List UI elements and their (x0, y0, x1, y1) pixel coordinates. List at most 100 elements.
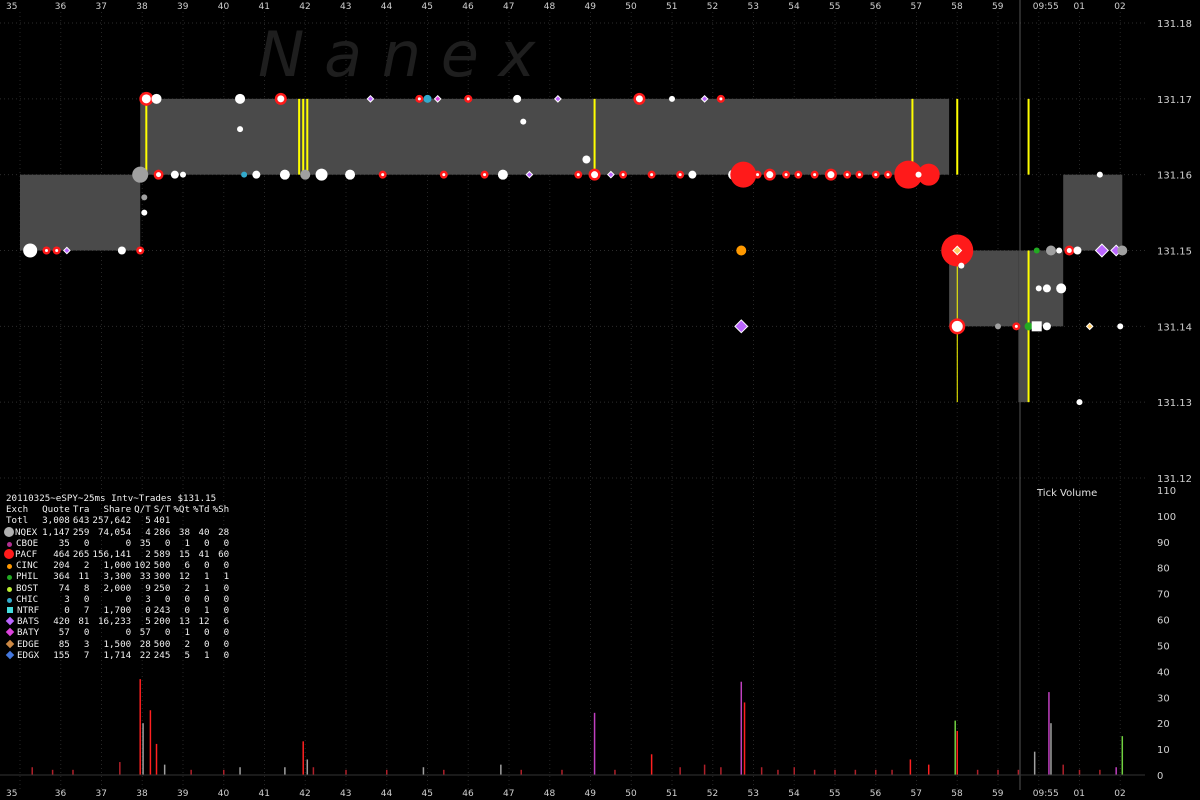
stats-cell: 257,642 (92, 515, 132, 527)
x-tick-label: 59 (992, 789, 1004, 799)
stats-cell: 0 (223, 560, 230, 572)
nbbo-band (140, 98, 950, 175)
legend-marker (7, 607, 13, 614)
y-tick-label: 131.12 (1157, 474, 1192, 485)
legend-marker (5, 616, 15, 626)
stats-cell: 300 (153, 571, 171, 583)
stats-cell: 0 (164, 627, 171, 639)
y-axis-price: 131.18 131.17 131.16 131.15 131.14 131.13 131.… (1157, 19, 1192, 485)
stats-cell: 74 (58, 582, 70, 594)
trade-point (1033, 247, 1040, 254)
stats-row: Totl 3,008 643 257,642 5 401 (6, 515, 229, 526)
x-tick-label: 44 (381, 2, 393, 12)
x-tick-label: 58 (951, 789, 963, 799)
trade-point-pacf-core (719, 97, 723, 101)
y-tick-label: 131.15 (1157, 247, 1192, 258)
x-tick-label: 36 (55, 789, 67, 799)
stats-cell: 259 (72, 526, 90, 538)
y-tick-label: 131.13 (1157, 398, 1192, 409)
stats-cell: 41 (198, 549, 210, 561)
trade-point (736, 245, 747, 256)
stats-cell: 401 (153, 515, 171, 527)
stats-cell: 5 (145, 515, 151, 527)
stats-cell: 3 (83, 638, 90, 650)
x-tick-label: 51 (666, 789, 677, 799)
stats-cell: 643 (72, 515, 90, 527)
stats-cell: 0 (164, 593, 171, 605)
stats-cell: 2 (83, 560, 90, 572)
volume-bars (0, 679, 1145, 776)
legend-marker (5, 639, 15, 648)
stats-cell: 28 (218, 526, 230, 538)
stats-cell: 7 (83, 605, 90, 617)
stats-cell: 102 (134, 560, 151, 572)
trade-point-pacf-core (1066, 248, 1072, 253)
trade-point-pacf-core (44, 249, 48, 252)
trade-point-pacf-core (784, 173, 788, 177)
stats-cell: 12 (178, 571, 190, 583)
trade-point-pacf-core (951, 320, 963, 332)
stats-cell: 57 (58, 627, 70, 639)
x-tick-label: 49 (585, 789, 597, 799)
stats-cell: 250 (153, 582, 171, 594)
trade-point-pacf-core (138, 249, 142, 252)
trade-point (237, 126, 244, 133)
stats-cell: 2 (145, 549, 151, 561)
x-axis-top: 35 36 37 38 39 40 41 42 43 44 45 46 47 48 49 50 51 52 53 54… (6, 2, 1126, 12)
stats-cell: 420 (53, 616, 70, 628)
trade-point (915, 171, 922, 178)
trade-point-pacf-core (381, 173, 385, 177)
stats-cell: 0 (64, 605, 70, 617)
x-tick-label: 42 (299, 2, 310, 12)
trade-point-pacf-core (796, 173, 800, 177)
stats-row: CINC 204 2 1,000 102 500 6 0 0 (6, 560, 229, 571)
stats-cell: 1 (204, 605, 210, 617)
trade-point-pacf-core (277, 95, 285, 103)
stats-cell: 3 (64, 593, 70, 605)
stats-cell: 1 (204, 582, 210, 594)
x-tick-label: 02 (1114, 789, 1125, 799)
stats-column-header: S/T (153, 504, 171, 516)
stats-exchange-name: CBOE (16, 537, 39, 549)
exchange-stats-panel: 20110325~eSPY~25ms Intv~Trades $131.15 E… (4, 493, 230, 661)
trade-point (170, 170, 179, 179)
volume-tick-label: 100 (1157, 512, 1176, 523)
x-tick-label: 56 (870, 789, 882, 799)
trade-point (520, 118, 527, 125)
stats-cell: 22 (139, 649, 151, 661)
stats-cell: 0 (223, 593, 230, 605)
volume-tick-label: 90 (1157, 538, 1170, 549)
trade-point-pacf-core (417, 97, 421, 101)
stats-cell: 364 (53, 571, 70, 583)
x-tick-label: 57 (911, 789, 922, 799)
stats-cell: 1,500 (103, 638, 132, 650)
x-tick-label: 38 (136, 2, 148, 12)
stats-cell: 0 (223, 605, 230, 617)
stats-column-header: Share (103, 504, 132, 516)
trade-point-total (300, 169, 311, 180)
stats-exchange: Totl (6, 515, 39, 526)
stats-cell: 1 (204, 571, 210, 583)
trade-point (315, 168, 328, 181)
trade-point-diamond (1085, 322, 1094, 331)
x-tick-label: 59 (992, 2, 1004, 12)
stats-exchange: CBOE (6, 538, 39, 549)
trade-point (1042, 284, 1051, 293)
y-tick-label: 131.17 (1157, 95, 1192, 106)
stats-cell: 35 (139, 537, 151, 549)
stats-cell: 0 (204, 638, 210, 650)
trade-chart: N a n e x 35 36 37 38 39 40 41 42 43 44 45 46 47 48 49… (0, 0, 1192, 799)
stats-cell: 9 (145, 582, 151, 594)
trade-point-total (1117, 245, 1128, 256)
stats-cell: 243 (153, 605, 171, 617)
trade-point-pacf-core (857, 173, 861, 177)
trade-point-pacf-core (576, 173, 580, 177)
stats-cell: 40 (198, 526, 210, 538)
stats-cell: 0 (223, 638, 230, 650)
x-tick-label: 55 (829, 789, 840, 799)
stats-cell: 60 (218, 549, 230, 561)
trade-point (1035, 285, 1042, 292)
x-tick-label: 52 (707, 789, 718, 799)
volume-tick-label: 110 (1157, 486, 1176, 497)
x-axis-bottom: 35 36 37 38 39 40 41 42 43 44 45 46 47 48 49 50 51 52 53 54… (6, 789, 1126, 799)
